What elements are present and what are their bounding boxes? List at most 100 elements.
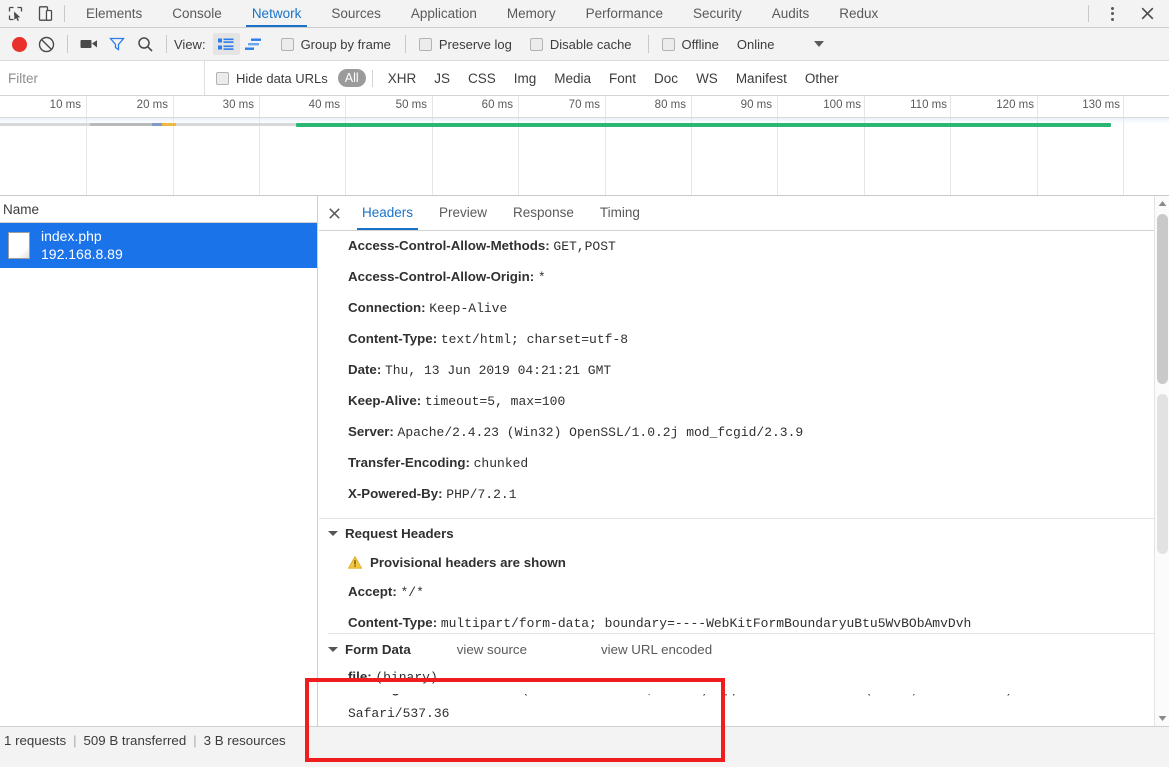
filter-type-all[interactable]: All bbox=[337, 69, 366, 87]
more-options-kebab-icon[interactable] bbox=[1095, 0, 1129, 27]
detail-tab-headers[interactable]: Headers bbox=[349, 196, 426, 230]
request-host: 192.168.8.89 bbox=[41, 246, 123, 262]
tab-security[interactable]: Security bbox=[678, 0, 757, 27]
network-split-pane: Name index.php 192.168.8.89 Headers Prev bbox=[0, 196, 1169, 726]
filter-type-media[interactable]: Media bbox=[545, 69, 600, 88]
filter-type-js[interactable]: JS bbox=[425, 69, 459, 88]
scrollbar-track-segment bbox=[1157, 394, 1168, 554]
filter-icon[interactable] bbox=[103, 31, 131, 57]
toolbar-divider bbox=[647, 35, 649, 53]
tab-audits[interactable]: Audits bbox=[757, 0, 825, 27]
section-title: Request Headers bbox=[345, 526, 454, 541]
filter-divider bbox=[204, 61, 205, 95]
checkbox-box[interactable] bbox=[661, 37, 675, 51]
tab-performance[interactable]: Performance bbox=[571, 0, 678, 27]
request-headers-section-toggle[interactable]: Request Headers bbox=[319, 518, 1169, 548]
view-source-link[interactable]: view source bbox=[457, 642, 527, 657]
scroll-down-arrow-icon[interactable] bbox=[1155, 711, 1169, 726]
network-status-bar: 1 requests | 509 B transferred | 3 B res… bbox=[0, 726, 1169, 767]
form-data-key: file: bbox=[348, 669, 372, 684]
detail-scrollbar[interactable] bbox=[1154, 196, 1169, 726]
tab-label: Application bbox=[410, 6, 477, 21]
inspect-element-icon[interactable] bbox=[0, 0, 30, 27]
tab-console[interactable]: Console bbox=[157, 0, 237, 27]
detail-tab-response[interactable]: Response bbox=[500, 196, 587, 230]
throttling-value[interactable]: Online bbox=[737, 37, 775, 52]
close-devtools-icon[interactable] bbox=[1129, 0, 1165, 27]
capture-screenshots-icon[interactable] bbox=[75, 31, 103, 57]
tab-network[interactable]: Network bbox=[237, 0, 317, 27]
header-row: Access-Control-Allow-Origin: * bbox=[319, 262, 1169, 293]
checkbox-box[interactable] bbox=[529, 37, 543, 51]
close-detail-icon[interactable] bbox=[319, 196, 349, 230]
request-list-header: Name bbox=[0, 196, 317, 223]
tab-elements[interactable]: Elements bbox=[71, 0, 157, 27]
filter-type-img[interactable]: Img bbox=[505, 69, 546, 88]
tick-label: 120 ms bbox=[996, 99, 1034, 111]
view-url-encoded-link[interactable]: view URL encoded bbox=[601, 642, 712, 657]
filter-type-doc[interactable]: Doc bbox=[645, 69, 687, 88]
tick-label: 130 ms bbox=[1082, 99, 1120, 111]
chevron-down-icon[interactable] bbox=[814, 41, 825, 47]
clear-button[interactable] bbox=[32, 31, 60, 57]
checkbox-box[interactable] bbox=[216, 71, 229, 85]
tick-label: 100 ms bbox=[823, 99, 861, 111]
band-waiting bbox=[176, 123, 296, 126]
header-value: Keep-Alive bbox=[429, 301, 508, 316]
tab-label: Network bbox=[251, 6, 302, 21]
group-by-frame-checkbox[interactable]: Group by frame bbox=[280, 37, 391, 52]
toolbar-divider-right bbox=[1088, 5, 1089, 22]
header-row: Keep-Alive: timeout=5, max=100 bbox=[319, 386, 1169, 417]
preserve-log-checkbox[interactable]: Preserve log bbox=[418, 37, 512, 52]
header-key: Transfer-Encoding: bbox=[348, 455, 470, 470]
scrollbar-thumb[interactable] bbox=[1157, 214, 1168, 384]
filter-type-font[interactable]: Font bbox=[600, 69, 645, 88]
provisional-headers-warning: Provisional headers are shown bbox=[319, 548, 1169, 577]
scroll-up-arrow-icon[interactable] bbox=[1155, 196, 1169, 211]
header-row: X-Powered-By: PHP/7.2.1 bbox=[319, 479, 1169, 510]
form-data-entry: file: (binary) bbox=[328, 665, 1168, 694]
filter-input[interactable] bbox=[0, 61, 204, 95]
disable-cache-checkbox[interactable]: Disable cache bbox=[529, 36, 632, 52]
filter-type-other[interactable]: Other bbox=[796, 69, 848, 88]
devtools-tabbar: Elements Console Network Sources Applica… bbox=[0, 0, 1169, 28]
request-row-index-php[interactable]: index.php 192.168.8.89 bbox=[0, 223, 317, 268]
filter-divider bbox=[371, 69, 373, 87]
toggle-device-toolbar-icon[interactable] bbox=[30, 0, 60, 27]
tab-application[interactable]: Application bbox=[396, 0, 492, 27]
form-data-value: (binary) bbox=[375, 670, 438, 685]
header-row: Connection: Keep-Alive bbox=[319, 293, 1169, 324]
waterfall-icon[interactable] bbox=[240, 33, 267, 55]
network-overview-timeline[interactable]: 10 ms 20 ms 30 ms 40 ms 50 ms 60 ms 70 m… bbox=[0, 96, 1169, 196]
filter-type-ws[interactable]: WS bbox=[687, 69, 727, 88]
tab-redux[interactable]: Redux bbox=[824, 0, 893, 27]
checkbox-box[interactable] bbox=[418, 37, 432, 51]
detail-tab-preview[interactable]: Preview bbox=[426, 196, 500, 230]
hide-data-urls-checkbox[interactable]: Hide data URLs bbox=[216, 71, 328, 86]
filter-type-css[interactable]: CSS bbox=[459, 69, 505, 88]
filter-type-xhr[interactable]: XHR bbox=[379, 69, 426, 88]
header-key: Date: bbox=[348, 362, 382, 377]
chevron-down-icon bbox=[328, 647, 338, 652]
record-button[interactable] bbox=[6, 31, 32, 57]
status-transferred: 509 B transferred bbox=[83, 733, 187, 748]
detail-tab-timing[interactable]: Timing bbox=[587, 196, 653, 230]
offline-checkbox[interactable]: Offline bbox=[661, 37, 719, 52]
large-request-rows-icon[interactable] bbox=[212, 33, 240, 55]
disable-cache-label: Disable cache bbox=[549, 36, 632, 52]
tabbar-right-controls bbox=[1084, 0, 1169, 27]
tab-memory[interactable]: Memory bbox=[492, 0, 571, 27]
tab-sources[interactable]: Sources bbox=[316, 0, 396, 27]
form-data-toggle[interactable]: Form Data bbox=[328, 642, 411, 657]
tab-label: Elements bbox=[86, 6, 143, 21]
header-row: Access-Control-Allow-Methods: GET,POST bbox=[319, 231, 1169, 262]
column-header-name: Name bbox=[3, 201, 40, 217]
warning-triangle-icon bbox=[348, 556, 362, 569]
filter-type-manifest[interactable]: Manifest bbox=[727, 69, 796, 88]
status-divider: | bbox=[193, 733, 197, 748]
request-detail-pane: Headers Preview Response Timing Access-C… bbox=[319, 196, 1169, 726]
search-icon[interactable] bbox=[131, 31, 159, 57]
view-label: View: bbox=[174, 36, 206, 52]
network-toolbar: View: Group by frame Preserve log Disabl… bbox=[0, 28, 1169, 61]
checkbox-box[interactable] bbox=[280, 37, 294, 51]
